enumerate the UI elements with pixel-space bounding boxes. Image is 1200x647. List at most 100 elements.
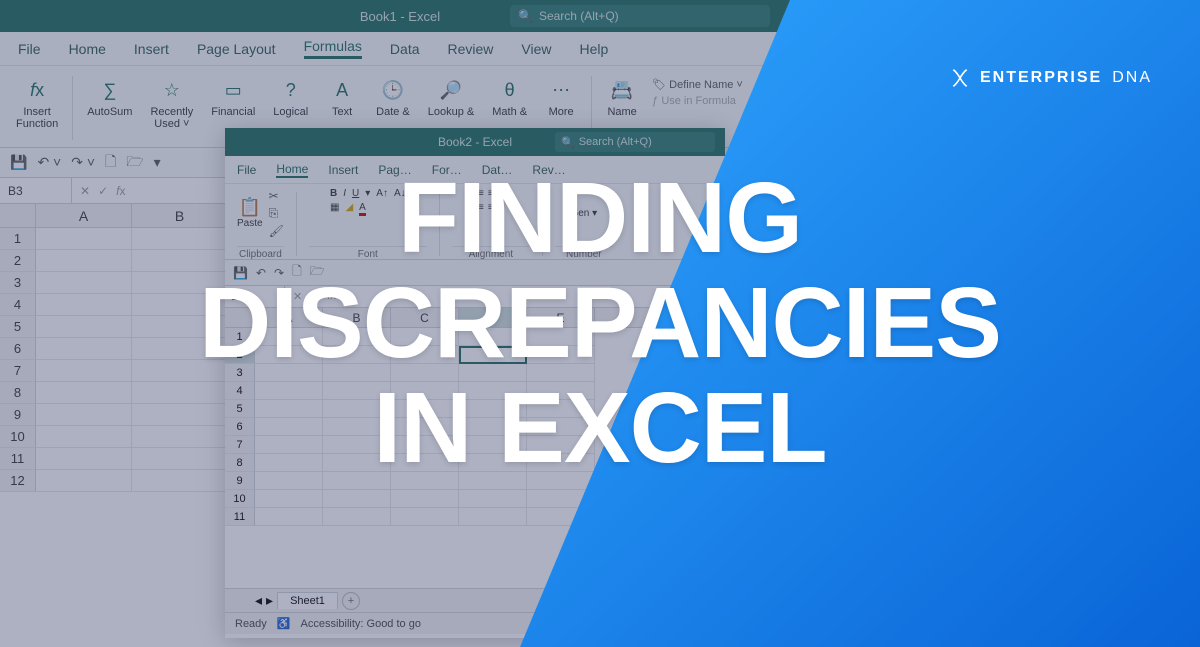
search-bar[interactable]: 🔍 Search (Alt+Q) bbox=[510, 5, 770, 27]
row-header[interactable]: 4 bbox=[0, 294, 36, 316]
add-sheet-button[interactable]: + bbox=[342, 592, 360, 610]
undo-button[interactable]: ↶ ˅ bbox=[37, 154, 61, 171]
spreadsheet-grid[interactable]: A B C D E 1234567891011 bbox=[225, 308, 725, 588]
bold-button[interactable]: B bbox=[330, 188, 337, 199]
cell[interactable] bbox=[459, 364, 527, 382]
row-header[interactable]: 5 bbox=[225, 400, 255, 418]
cell[interactable] bbox=[36, 382, 132, 404]
menu-view[interactable]: View bbox=[521, 41, 551, 57]
copy-icon[interactable]: ⎘ bbox=[269, 206, 284, 221]
cell[interactable] bbox=[36, 426, 132, 448]
cell[interactable] bbox=[391, 364, 459, 382]
row-header[interactable]: 3 bbox=[0, 272, 36, 294]
menu-review[interactable]: Rev… bbox=[532, 163, 565, 177]
cell[interactable] bbox=[255, 418, 323, 436]
cell[interactable] bbox=[132, 426, 228, 448]
cell[interactable] bbox=[527, 472, 595, 490]
align-top-icon[interactable]: ≡ bbox=[478, 188, 484, 199]
row-header[interactable]: 7 bbox=[0, 360, 36, 382]
cell[interactable] bbox=[323, 400, 391, 418]
select-all-corner[interactable] bbox=[225, 308, 255, 327]
name-manager-button[interactable]: 📇 Name bbox=[598, 72, 646, 122]
row-header[interactable]: 6 bbox=[0, 338, 36, 360]
paste-button[interactable]: 📋 Paste bbox=[237, 197, 263, 229]
row-header[interactable]: 8 bbox=[225, 454, 255, 472]
cell[interactable] bbox=[527, 436, 595, 454]
cell[interactable] bbox=[391, 454, 459, 472]
row-header[interactable]: 2 bbox=[225, 346, 255, 364]
cell[interactable] bbox=[132, 228, 228, 250]
cell[interactable] bbox=[36, 272, 132, 294]
cell[interactable] bbox=[255, 346, 323, 364]
cell[interactable] bbox=[391, 346, 459, 364]
cell[interactable] bbox=[255, 454, 323, 472]
cancel-icon[interactable]: ✕ bbox=[80, 184, 90, 198]
cell[interactable] bbox=[36, 228, 132, 250]
cell[interactable] bbox=[36, 316, 132, 338]
save-icon[interactable]: 💾 bbox=[233, 266, 248, 280]
use-in-formula-button[interactable]: ƒ Use in Formula bbox=[652, 95, 743, 107]
cell[interactable] bbox=[459, 472, 527, 490]
cell[interactable] bbox=[527, 508, 595, 526]
cell[interactable] bbox=[255, 382, 323, 400]
column-header-e[interactable]: E bbox=[527, 308, 595, 327]
insert-function-button[interactable]: fx InsertFunction bbox=[8, 72, 66, 134]
cell[interactable] bbox=[459, 508, 527, 526]
date-time-button[interactable]: 🕒 Date & bbox=[368, 72, 418, 122]
cell[interactable] bbox=[323, 328, 391, 346]
cell[interactable] bbox=[459, 490, 527, 508]
cell[interactable] bbox=[36, 250, 132, 272]
cell[interactable] bbox=[132, 382, 228, 404]
cell[interactable] bbox=[391, 490, 459, 508]
redo-button[interactable]: ↷ ˅ bbox=[71, 154, 95, 171]
cell[interactable] bbox=[132, 360, 228, 382]
cell[interactable] bbox=[323, 472, 391, 490]
recently-used-button[interactable]: ☆ RecentlyUsed ˅ bbox=[142, 72, 201, 134]
cell[interactable] bbox=[459, 382, 527, 400]
font-color-button[interactable]: A bbox=[359, 202, 366, 216]
cell[interactable] bbox=[132, 316, 228, 338]
cell[interactable] bbox=[255, 490, 323, 508]
cell[interactable] bbox=[323, 436, 391, 454]
menu-page-layout[interactable]: Pag… bbox=[378, 163, 411, 177]
new-file-icon[interactable]: 🗋 bbox=[105, 151, 116, 175]
row-header[interactable]: 7 bbox=[225, 436, 255, 454]
search-bar[interactable]: 🔍 Search (Alt+Q) bbox=[555, 132, 715, 152]
open-folder-icon[interactable]: 🗁 bbox=[126, 151, 143, 175]
financial-button[interactable]: ▭ Financial bbox=[203, 72, 263, 122]
borders-button[interactable]: ▦ bbox=[330, 202, 339, 216]
autosum-button[interactable]: ∑ AutoSum bbox=[79, 72, 140, 122]
cell[interactable] bbox=[132, 250, 228, 272]
cell[interactable] bbox=[132, 470, 228, 492]
cell[interactable] bbox=[36, 404, 132, 426]
column-header-c[interactable]: C bbox=[391, 308, 459, 327]
cell[interactable] bbox=[132, 448, 228, 470]
cell[interactable] bbox=[391, 472, 459, 490]
row-header[interactable]: 10 bbox=[225, 490, 255, 508]
cell[interactable] bbox=[36, 360, 132, 382]
cell[interactable] bbox=[527, 400, 595, 418]
menu-insert[interactable]: Insert bbox=[328, 163, 358, 177]
sheet-tab-1[interactable]: Sheet1 bbox=[277, 592, 338, 609]
cell[interactable] bbox=[255, 508, 323, 526]
scroll-right-icon[interactable]: ▸ bbox=[266, 592, 273, 609]
cell[interactable] bbox=[36, 294, 132, 316]
enter-icon[interactable]: ✓ bbox=[310, 290, 319, 303]
menu-home[interactable]: Home bbox=[69, 41, 106, 57]
align-bottom-icon[interactable]: ≡ bbox=[498, 188, 504, 199]
cell[interactable] bbox=[36, 448, 132, 470]
math-button[interactable]: θ Math & bbox=[484, 72, 535, 122]
text-button[interactable]: A Text bbox=[318, 72, 366, 122]
row-header[interactable]: 2 bbox=[0, 250, 36, 272]
decrease-font-icon[interactable]: A↓ bbox=[394, 188, 406, 199]
cell[interactable] bbox=[459, 418, 527, 436]
cell[interactable] bbox=[527, 382, 595, 400]
font-size-dropdown[interactable]: ▾ bbox=[365, 188, 370, 199]
row-header[interactable]: 9 bbox=[0, 404, 36, 426]
menu-home[interactable]: Home bbox=[276, 162, 308, 178]
save-icon[interactable]: 💾 bbox=[10, 154, 27, 171]
menu-file[interactable]: File bbox=[18, 41, 41, 57]
cut-icon[interactable]: ✂ bbox=[269, 189, 284, 203]
cell[interactable] bbox=[323, 508, 391, 526]
cell[interactable] bbox=[527, 490, 595, 508]
